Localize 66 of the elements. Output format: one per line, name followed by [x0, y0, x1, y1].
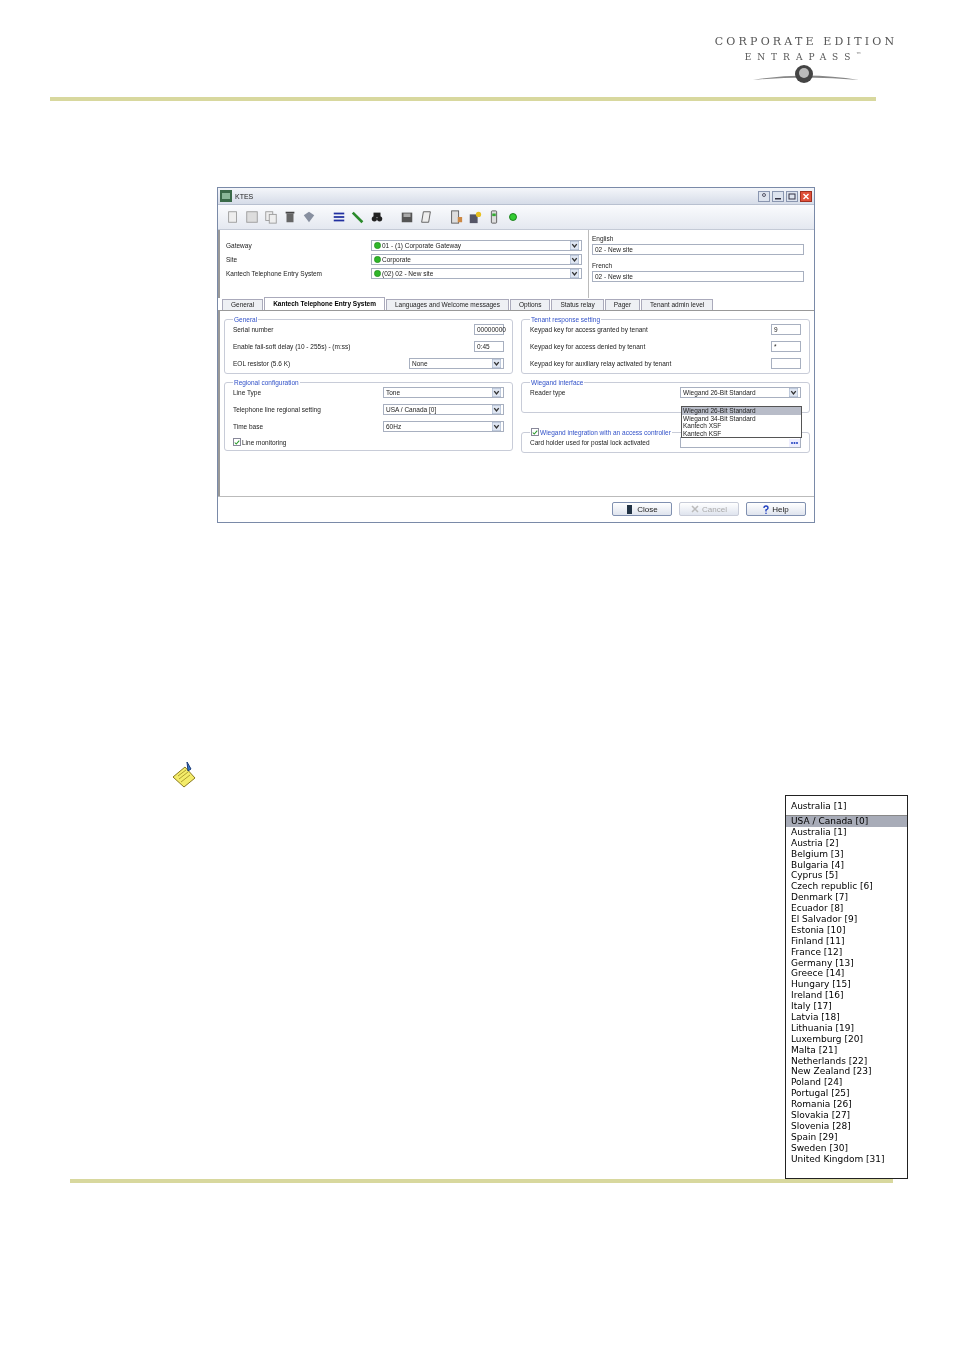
- dropdown-arrow-icon[interactable]: [492, 422, 501, 431]
- list-option[interactable]: Czech republic [6]: [786, 881, 907, 893]
- pen-icon[interactable]: [351, 210, 365, 224]
- list-option[interactable]: Sweden [30]: [786, 1142, 907, 1154]
- note-icon: [170, 761, 198, 789]
- dropdown-arrow-icon[interactable]: [570, 241, 579, 250]
- list-option[interactable]: Slovakia [27]: [786, 1110, 907, 1121]
- dialog-button[interactable]: Close: [612, 502, 672, 516]
- list-option[interactable]: Bulgaria [4]: [786, 859, 907, 871]
- list-option[interactable]: El Salvador [9]: [786, 914, 907, 925]
- list-option[interactable]: Italy [17]: [786, 1001, 907, 1013]
- status-dot-icon: [374, 256, 381, 263]
- list-option[interactable]: Romania [26]: [786, 1099, 907, 1111]
- list-icon[interactable]: [332, 210, 346, 224]
- list-option[interactable]: Luxemburg [20]: [786, 1033, 907, 1045]
- list-option[interactable]: Cyprus [5]: [786, 870, 907, 882]
- dropdown-arrow-icon[interactable]: [570, 269, 579, 278]
- list-option[interactable]: Belgium [3]: [786, 848, 907, 860]
- dropdown-arrow-icon[interactable]: [789, 388, 798, 397]
- list-option[interactable]: Finland [11]: [786, 935, 907, 947]
- minimize-icon[interactable]: [772, 190, 784, 202]
- list-option[interactable]: Slovenia [28]: [786, 1120, 907, 1132]
- list-option[interactable]: Greece [14]: [786, 968, 907, 980]
- dropdown-arrow-icon[interactable]: [492, 359, 501, 368]
- input-field[interactable]: [771, 358, 801, 369]
- delete-icon[interactable]: [283, 210, 297, 224]
- list-option[interactable]: Lithuania [19]: [786, 1022, 907, 1034]
- list-option[interactable]: Hungary [15]: [786, 979, 907, 991]
- search-icon[interactable]: [370, 210, 384, 224]
- list-option[interactable]: USA / Canada [0]: [786, 816, 907, 827]
- dropdown-arrow-icon[interactable]: [570, 255, 579, 264]
- list-option[interactable]: United Kingdom [31]: [786, 1153, 907, 1165]
- list-option[interactable]: New Zealand [23]: [786, 1066, 907, 1078]
- logo-text: CORPORATE EDITION: [714, 35, 898, 48]
- status-dot-icon: [374, 242, 381, 249]
- list-option[interactable]: Ecuador [8]: [786, 903, 907, 914]
- help-icon[interactable]: [758, 190, 770, 202]
- list-option[interactable]: Denmark [7]: [786, 892, 907, 904]
- dropdown-arrow-icon[interactable]: [492, 405, 501, 414]
- list-option[interactable]: Portugal [25]: [786, 1088, 907, 1100]
- list-option[interactable]: Estonia [10]: [786, 924, 907, 936]
- list-option[interactable]: Australia [1]: [786, 826, 907, 838]
- status-dot-icon: [374, 270, 381, 277]
- close-icon[interactable]: [800, 190, 812, 202]
- cross-icon: [691, 505, 700, 513]
- list-option[interactable]: France [12]: [786, 946, 907, 958]
- dialog-button[interactable]: Help: [746, 502, 806, 516]
- dropdown-arrow-icon[interactable]: [492, 388, 501, 397]
- logo-subtitle: ENTRAPASS$^{™}$: [744, 51, 868, 62]
- list-option[interactable]: Netherlands [22]: [786, 1055, 907, 1067]
- checkbox[interactable]: [531, 428, 539, 436]
- list-option[interactable]: Latvia [18]: [786, 1012, 907, 1023]
- maximize-icon[interactable]: [786, 190, 798, 202]
- list-option[interactable]: Spain [29]: [786, 1131, 907, 1143]
- list-option[interactable]: Austria [2]: [786, 837, 907, 849]
- list-option[interactable]: Malta [21]: [786, 1044, 907, 1056]
- list-option[interactable]: Poland [24]: [786, 1077, 907, 1089]
- list-option[interactable]: Germany [13]: [786, 957, 907, 969]
- app-icon: [220, 190, 232, 202]
- checkbox[interactable]: [233, 438, 241, 446]
- question-icon: [763, 504, 770, 514]
- more-icon[interactable]: [789, 438, 800, 447]
- document-icon[interactable]: [419, 210, 433, 224]
- list-option[interactable]: Ireland [16]: [786, 990, 907, 1002]
- input-field[interactable]: [680, 437, 801, 448]
- status-light-icon[interactable]: [506, 210, 520, 224]
